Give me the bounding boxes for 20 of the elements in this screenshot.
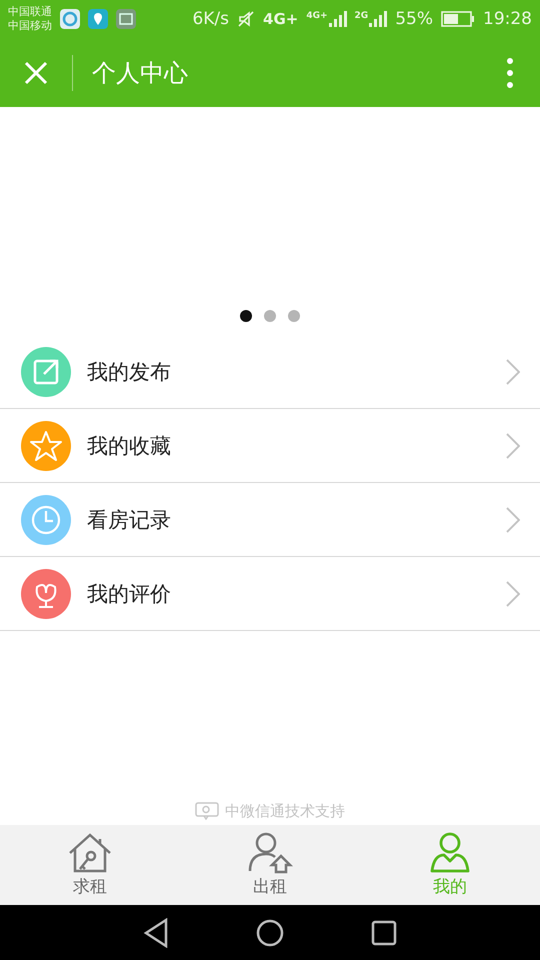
menu-item[interactable]: 我的收藏 (0, 409, 540, 483)
network-type: 4G+ (263, 10, 298, 28)
page-title: 个人中心 (92, 58, 189, 88)
carrier-name: 中国联通 (8, 5, 52, 19)
network-type: 2G (354, 11, 368, 21)
tab[interactable]: 求租 (0, 825, 180, 905)
menu-label: 我的发布 (87, 358, 172, 386)
menu-item[interactable]: 我的发布 (0, 335, 540, 409)
menu-label: 看房记录 (87, 506, 172, 534)
network-type: 4G+ (306, 11, 328, 21)
menu-item[interactable]: 看房记录 (0, 483, 540, 557)
menu-label: 我的评价 (87, 580, 172, 608)
menu-label: 我的收藏 (87, 432, 172, 460)
clock-time: 19:28 (483, 9, 532, 29)
tab[interactable]: 出租 (180, 825, 360, 905)
carrier-name: 中国移动 (8, 19, 52, 33)
network-speed: 6K/s (192, 9, 230, 29)
battery-percent: 55% (395, 9, 433, 29)
support-text: 中微信通技术支持 (225, 802, 345, 820)
menu-item[interactable]: 我的评价 (0, 557, 540, 631)
